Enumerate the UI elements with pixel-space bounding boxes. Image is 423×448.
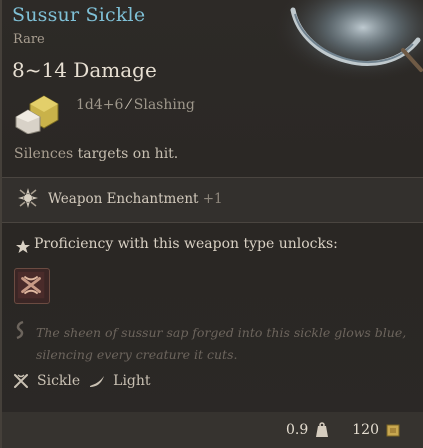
item-name: Sussur Sickle <box>12 4 146 26</box>
proficiency-text: Proficiency with this weapon type unlock… <box>34 236 338 252</box>
slashing-icon: ⁄ <box>127 97 130 113</box>
item-artwork <box>273 0 423 92</box>
damage-dice-line: 1d4+6 ⁄ Slashing <box>76 97 195 113</box>
tag-light-label: Light <box>113 373 151 389</box>
tag-sickle-label: Sickle <box>37 373 81 389</box>
tag-light[interactable]: Light <box>88 372 151 390</box>
damage-dice-icon <box>14 94 60 135</box>
lore-text: The sheen of sussur sap forged into this… <box>36 325 407 362</box>
proficiency-icon <box>16 239 30 253</box>
weapon-action-icon[interactable] <box>14 268 50 304</box>
gold-coin-icon <box>385 422 401 438</box>
lore-icon <box>14 320 26 340</box>
effect-highlight: targets on hit. <box>77 146 179 162</box>
damage-dice: 1d4+6 <box>76 97 124 113</box>
item-value: 120 <box>352 422 379 438</box>
enchantment-icon <box>16 186 40 210</box>
weapon-effect: Silences targets on hit. <box>14 146 178 162</box>
damage-range: 8~14 Damage <box>12 58 157 82</box>
weight-icon <box>314 422 330 438</box>
tag-sickle[interactable]: Sickle <box>12 372 80 390</box>
light-weapon-icon <box>88 372 106 390</box>
enchantment-name: Weapon Enchantment <box>48 191 199 207</box>
item-tooltip: Sussur Sickle Rare 8~14 Damage 1d4+6 ⁄ Sla… <box>0 0 423 448</box>
item-rarity: Rare <box>13 32 45 47</box>
item-weight: 0.9 <box>286 422 309 438</box>
sickle-icon <box>12 372 30 390</box>
enchantment-bonus: +1 <box>202 191 223 207</box>
effect-prefix: Silences <box>14 146 78 162</box>
item-footer: 0.9 120 <box>2 412 423 448</box>
enchantment-label: Weapon Enchantment +1 <box>48 191 223 207</box>
weapon-tags: Sickle Light <box>12 372 151 390</box>
damage-type: Slashing <box>133 97 195 113</box>
